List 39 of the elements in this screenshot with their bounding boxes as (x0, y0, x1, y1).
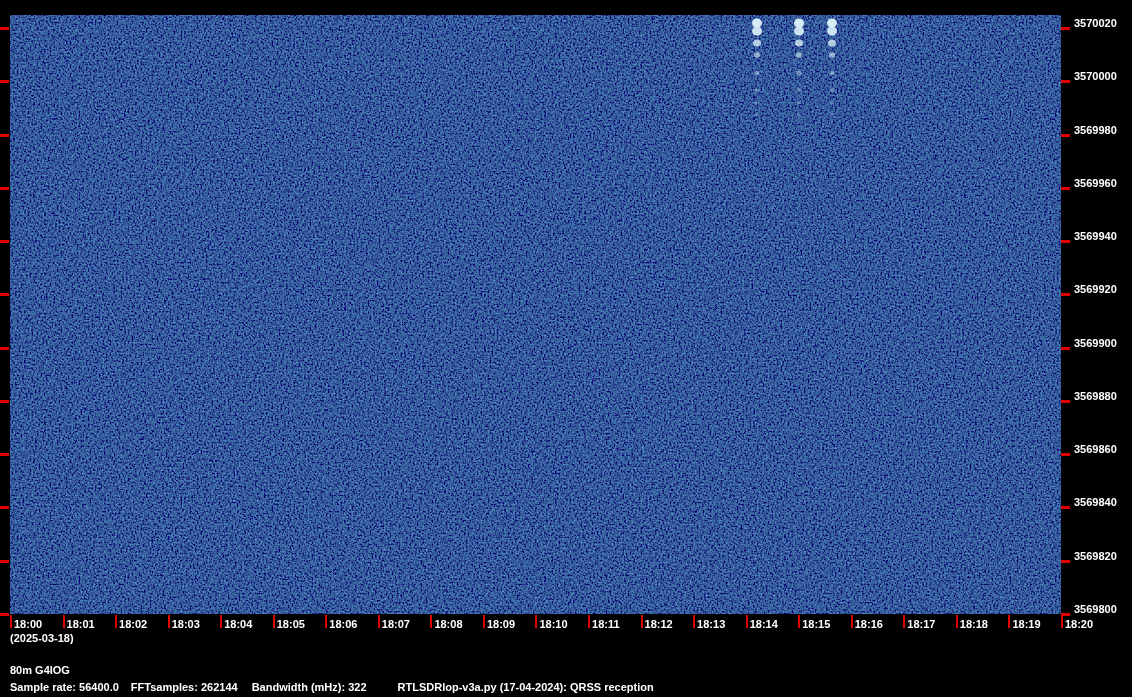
time-label: 18:01 (66, 618, 95, 631)
time-label: 18:11 (592, 618, 620, 631)
time-label: 18:16 (854, 618, 883, 631)
time-label: 18:04 (224, 618, 253, 631)
time-label: 18:03 (171, 618, 200, 631)
station-label: 80m G4IOG (9, 664, 71, 677)
frequency-label: 3569800 (1074, 602, 1117, 616)
frequency-label: 3570000 (1074, 70, 1117, 84)
frequency-label: 3569820 (1074, 549, 1117, 563)
time-label: 18:14 (749, 618, 778, 631)
time-label: 18:15 (802, 618, 831, 631)
frequency-label: 3569960 (1074, 176, 1117, 190)
time-label: 18:20 (1064, 618, 1094, 631)
date-label: (2025-03-18) (9, 632, 75, 645)
frequency-label: 3569880 (1074, 389, 1117, 403)
time-label: 18:02 (119, 618, 148, 631)
sample-rate-text: Sample rate: 56400.0 (10, 681, 119, 694)
time-label: 18:09 (486, 618, 516, 631)
program-text: RTLSDRlop-v3a.py (17-04-2024): QRSS reception (397, 681, 654, 694)
bandwidth-text: Bandwidth (mHz): 322 (251, 681, 367, 694)
time-label: 18:18 (959, 618, 988, 631)
frequency-label: 3569840 (1074, 496, 1117, 510)
time-label: 18:12 (644, 618, 673, 631)
time-label: 18:06 (329, 618, 358, 631)
time-label: 18:19 (1012, 618, 1041, 631)
frequency-label: 3569920 (1074, 283, 1117, 297)
time-label: 18:05 (276, 618, 305, 631)
frequency-label: 3569980 (1074, 123, 1117, 137)
frequency-label: 3569860 (1074, 443, 1117, 457)
time-label: 18:17 (907, 618, 936, 631)
time-label: 18:07 (381, 618, 410, 631)
frequency-label: 3569900 (1074, 336, 1117, 350)
time-label: 18:13 (697, 618, 726, 631)
frequency-label: 3570020 (1074, 17, 1117, 30)
fft-samples-text: FFTsamples: 262144 (130, 681, 238, 694)
frequency-label: 3569940 (1074, 230, 1117, 244)
time-label: 18:08 (434, 618, 463, 631)
time-label: 18:00 (14, 618, 43, 631)
time-label: 18:10 (539, 618, 568, 631)
